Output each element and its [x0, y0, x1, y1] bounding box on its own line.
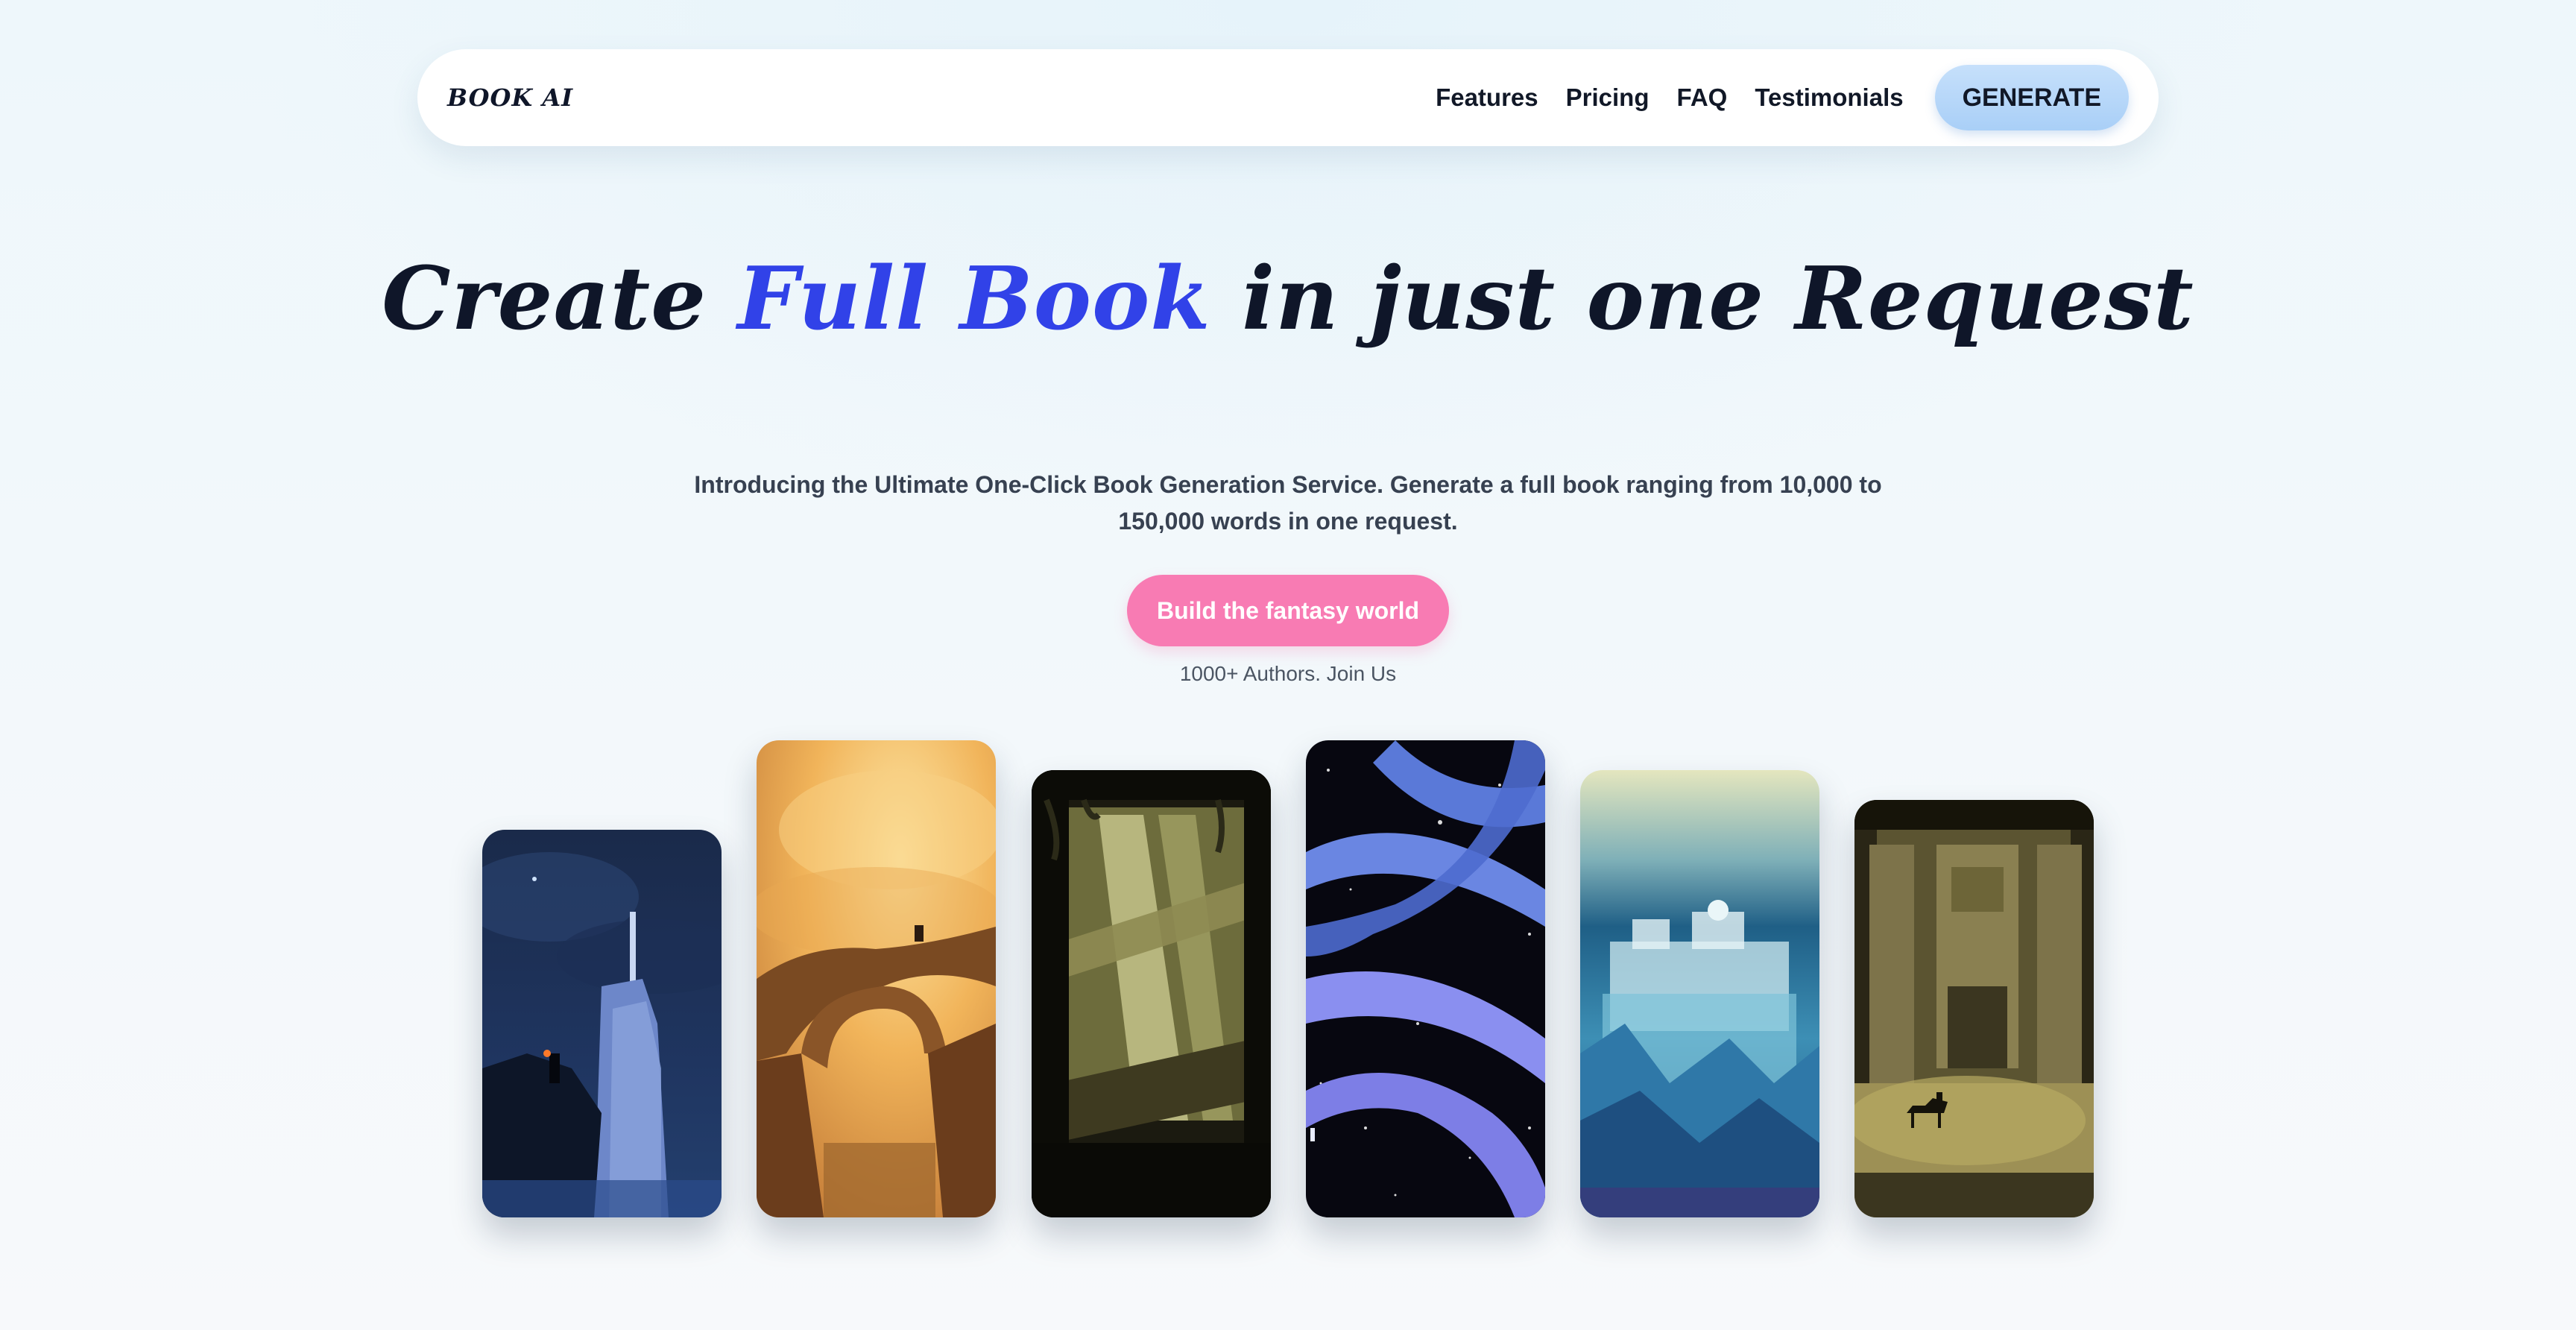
nav-link-testimonials[interactable]: Testimonials	[1755, 83, 1903, 112]
build-fantasy-world-button[interactable]: Build the fantasy world	[1127, 575, 1449, 646]
nav-link-pricing[interactable]: Pricing	[1566, 83, 1650, 112]
nav-link-features[interactable]: Features	[1436, 83, 1538, 112]
forest-ruins-illustration	[1032, 770, 1271, 1217]
ice-city-illustration	[1580, 770, 1819, 1217]
nav-link-faq[interactable]: FAQ	[1676, 83, 1727, 112]
logo[interactable]: BOOK AI	[447, 83, 573, 112]
gallery-card-stone-temple[interactable]	[1854, 800, 2094, 1217]
gallery-card-forest-ruins[interactable]	[1032, 770, 1271, 1217]
generate-button[interactable]: GENERATE	[1934, 65, 2129, 130]
stone-temple-illustration	[1854, 800, 2094, 1217]
social-proof-text: 1000+ Authors. Join Us	[1179, 662, 1397, 685]
hero-subtitle: Introducing the Ultimate One-Click Book …	[694, 471, 1882, 535]
gallery-card-night-castle[interactable]	[482, 830, 722, 1217]
night-castle-illustration	[482, 830, 722, 1217]
nav-links: Features Pricing FAQ Testimonials GENERA…	[1436, 65, 2129, 130]
gallery-card-ice-city[interactable]	[1580, 770, 1819, 1217]
hero-title-highlight: Full Book	[737, 248, 1211, 350]
navbar: BOOK AI Features Pricing FAQ Testimonial…	[417, 49, 2159, 146]
hero-title-part1: Create	[382, 248, 738, 350]
gallery-card-space-ribbons[interactable]	[1306, 740, 1545, 1217]
desert-arch-illustration	[757, 740, 996, 1217]
hero-title: Create Full Book in just one Request	[0, 253, 2576, 344]
gallery-card-desert-arch[interactable]	[757, 740, 996, 1217]
hero-title-part2: in just one Request	[1210, 248, 2194, 350]
space-ribbons-illustration	[1306, 740, 1545, 1217]
